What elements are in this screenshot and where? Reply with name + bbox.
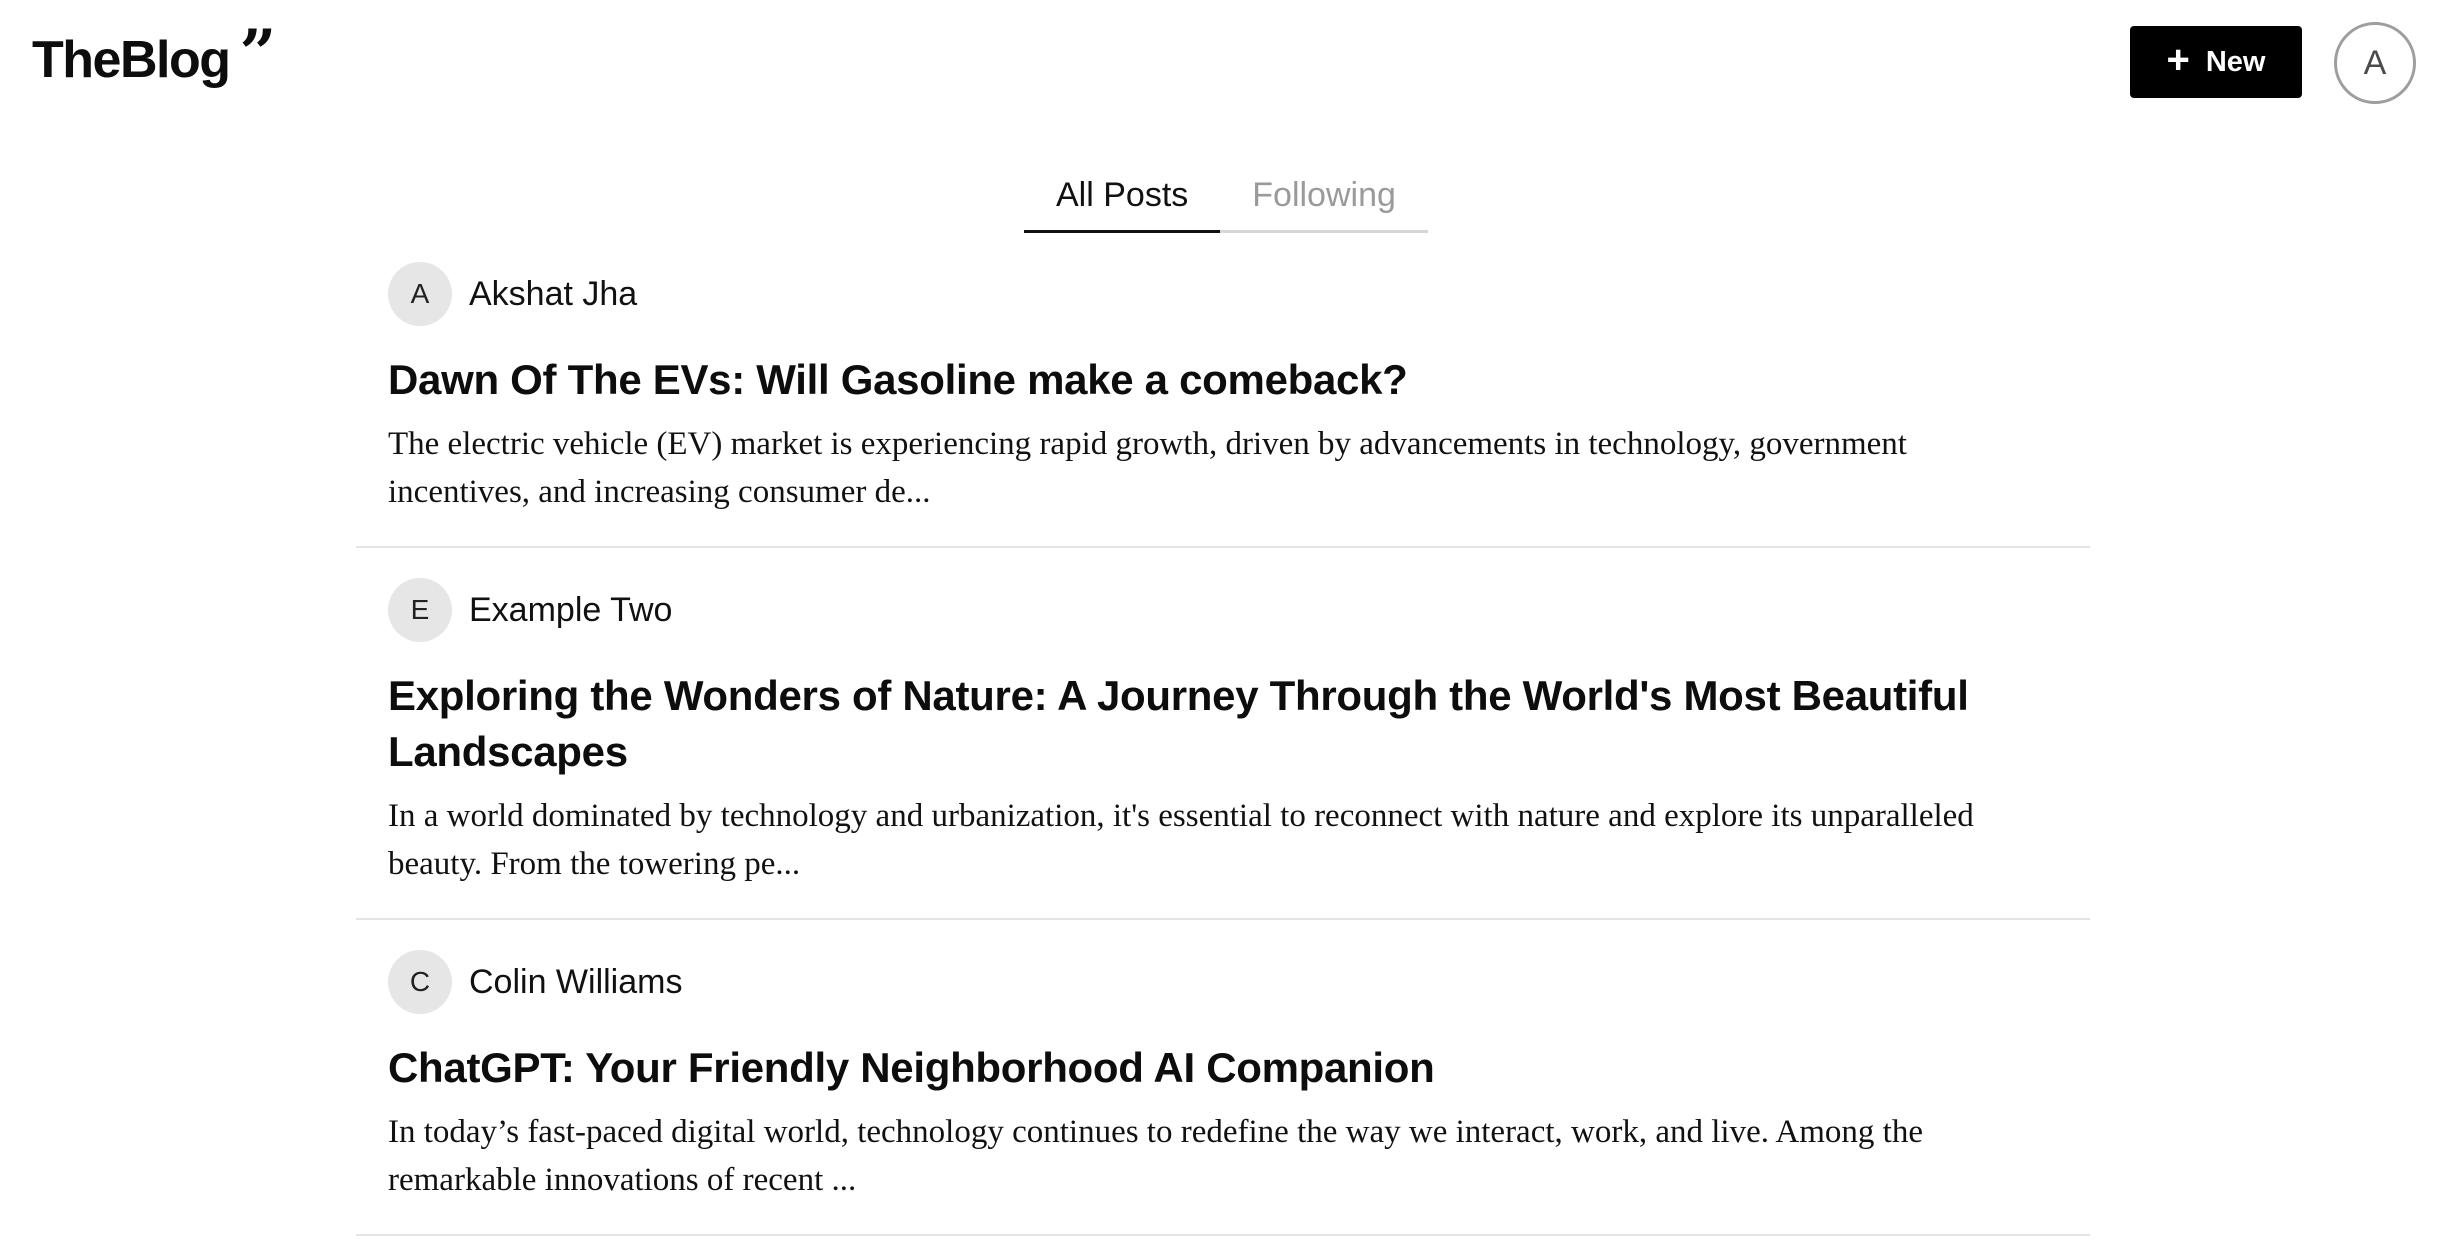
new-post-label: New <box>2205 45 2266 78</box>
tab-all-posts-label: All Posts <box>1056 175 1189 214</box>
user-avatar[interactable]: A <box>2334 22 2416 104</box>
author-row: E Example Two <box>388 578 2058 642</box>
tab-all-posts[interactable]: All Posts <box>1024 160 1221 233</box>
user-avatar-initial: A <box>2363 43 2387 82</box>
post-card[interactable]: E Example Two Exploring the Wonders of N… <box>356 548 2090 920</box>
author-avatar: E <box>388 578 452 642</box>
post-excerpt: In a world dominated by technology and u… <box>388 798 1974 882</box>
author-name: Akshat Jha <box>469 274 638 313</box>
top-header: TheBlog ” + New A <box>0 0 2446 128</box>
logo-text: TheBlog <box>32 31 231 89</box>
feed-tabs: All Posts Following <box>1024 160 1428 233</box>
author-avatar-initial: A <box>410 278 430 309</box>
author-name: Colin Williams <box>469 962 683 1001</box>
author-avatar: A <box>388 262 452 326</box>
author-name: Example Two <box>469 590 673 629</box>
post-card[interactable]: A Akshat Jha Dawn Of The EVs: Will Gasol… <box>356 262 2090 548</box>
post-title[interactable]: Dawn Of The EVs: Will Gasoline make a co… <box>388 352 2058 408</box>
plus-icon: + <box>2166 38 2190 82</box>
post-excerpt: The electric vehicle (EV) market is expe… <box>388 426 1907 510</box>
author-avatar-initial: C <box>409 966 431 997</box>
post-title[interactable]: Exploring the Wonders of Nature: A Journ… <box>388 668 2058 780</box>
post-excerpt: In today’s fast-paced digital world, tec… <box>388 1114 1923 1198</box>
author-avatar-initial: E <box>410 594 430 625</box>
author-row: A Akshat Jha <box>388 262 2058 326</box>
author-row: C Colin Williams <box>388 950 2058 1014</box>
tab-following[interactable]: Following <box>1220 160 1428 233</box>
new-post-button[interactable]: + New <box>2130 26 2302 98</box>
post-card[interactable]: C Colin Williams ChatGPT: Your Friendly … <box>356 920 2090 1236</box>
tab-following-label: Following <box>1252 175 1396 214</box>
post-feed: A Akshat Jha Dawn Of The EVs: Will Gasol… <box>356 262 2090 1236</box>
site-logo[interactable]: TheBlog ” <box>32 22 276 90</box>
quote-mark-icon: ” <box>239 16 276 91</box>
post-title[interactable]: ChatGPT: Your Friendly Neighborhood AI C… <box>388 1040 2058 1096</box>
author-avatar: C <box>388 950 452 1014</box>
